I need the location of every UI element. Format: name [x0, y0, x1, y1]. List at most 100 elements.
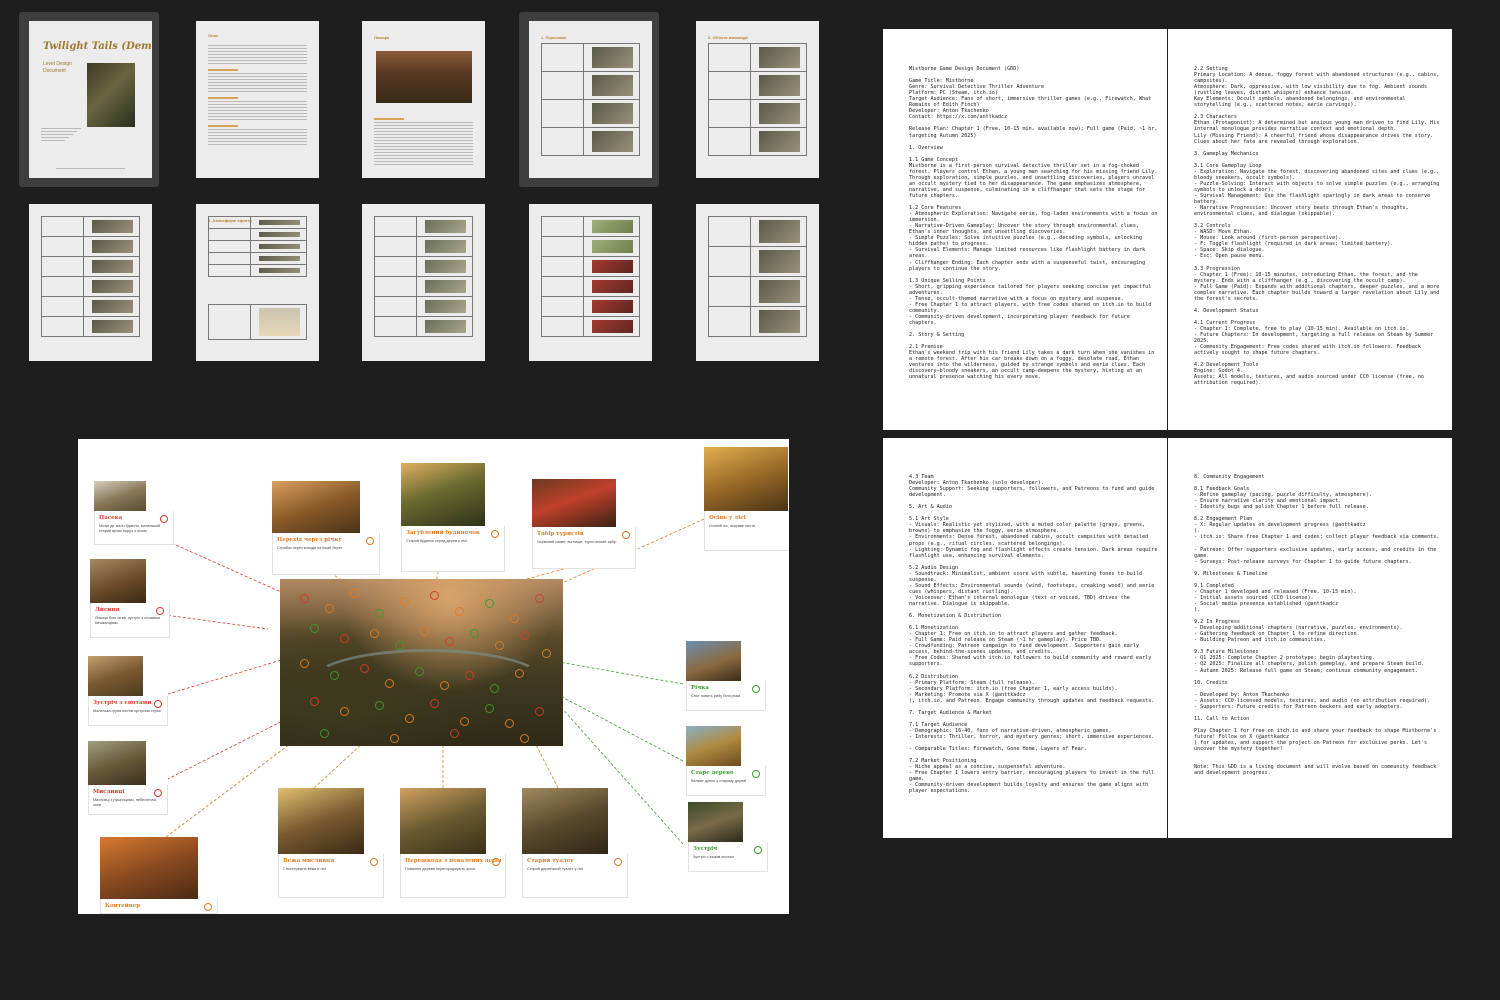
location-card-image: [400, 788, 486, 854]
location-card-title: Вежа мисливця: [283, 858, 335, 864]
location-card[interactable]: Пасека Місце де жили бджоли, маленький ст…: [94, 481, 174, 545]
map-marker-icon[interactable]: [505, 719, 514, 728]
map-marker-icon[interactable]: [350, 589, 359, 598]
map-marker-icon[interactable]: [485, 704, 494, 713]
text-line: - Q2 2025: Finalize all chapters, polish…: [1194, 661, 1425, 668]
map-marker-icon[interactable]: [375, 609, 384, 618]
map-marker-icon[interactable]: [465, 671, 474, 680]
location-category-icon: [154, 789, 162, 797]
slide-thumbnail-3[interactable]: Локація: [352, 12, 492, 187]
map-marker-icon[interactable]: [400, 597, 409, 606]
slide-thumbnail-10[interactable]: [686, 195, 826, 370]
map-marker-icon[interactable]: [390, 734, 399, 743]
map-marker-icon[interactable]: [460, 717, 469, 726]
table-cell-image: [759, 103, 800, 124]
map-marker-icon[interactable]: [515, 669, 524, 678]
map-marker-icon[interactable]: [415, 667, 424, 676]
location-card[interactable]: Вежа мисливця Спостережна вежа в лісі: [278, 788, 384, 898]
map-marker-icon[interactable]: [470, 629, 479, 638]
location-card[interactable]: Річка Єнот ловить рибу біля річки: [686, 641, 766, 711]
location-card-title: Контейнер: [105, 903, 141, 909]
map-marker-icon[interactable]: [535, 707, 544, 716]
gdd-page-1: Mistborne Game Design Document (GDD) Gam…: [883, 29, 1167, 430]
map-marker-icon[interactable]: [370, 629, 379, 638]
location-card-title: Зустріч з єнотами: [93, 700, 152, 706]
map-marker-icon[interactable]: [455, 607, 464, 616]
map-marker-icon[interactable]: [430, 699, 439, 708]
location-card-body: Перешкода з повалених дерев Повалені дере…: [400, 854, 506, 898]
location-card[interactable]: Контейнер: [100, 837, 218, 914]
location-card[interactable]: Осінь у лісі Осінній ліс, яскраве листя: [704, 447, 789, 551]
map-marker-icon[interactable]: [340, 634, 349, 643]
map-marker-icon[interactable]: [320, 729, 329, 738]
slide-thumbnail-2[interactable]: Опис: [186, 12, 326, 187]
map-marker-icon[interactable]: [440, 681, 449, 690]
location-card[interactable]: Лисиця Лисиця біля лігва, зустріч з лісов…: [90, 559, 170, 638]
table-row: [542, 317, 639, 336]
map-marker-icon[interactable]: [490, 684, 499, 693]
map-marker-icon[interactable]: [395, 641, 404, 650]
location-card[interactable]: Перешкода з повалених дерев Повалені дере…: [400, 788, 506, 898]
slide-thumbnail-1[interactable]: Twilight Tails (Demo) Level Design Docume…: [19, 12, 159, 187]
map-marker-icon[interactable]: [485, 599, 494, 608]
location-card[interactable]: Зустріч з єнотами Маленька група єнотів з…: [88, 656, 168, 726]
map-marker-icon[interactable]: [375, 701, 384, 710]
table-row: [709, 100, 806, 128]
location-card-body: Контейнер: [100, 899, 218, 914]
location-card[interactable]: Зустріч Зустріч з іншим єнотом: [688, 802, 768, 872]
map-marker-icon[interactable]: [430, 591, 439, 600]
map-marker-icon[interactable]: [330, 671, 339, 680]
map-marker-icon[interactable]: [420, 627, 429, 636]
table-column-divider: [82, 277, 84, 296]
slide-thumbnail-4[interactable]: 1. Персонажі: [519, 12, 659, 187]
map-marker-icon[interactable]: [510, 614, 519, 623]
table-cell-image: [592, 300, 633, 313]
table-column-divider: [749, 100, 751, 127]
map-marker-icon[interactable]: [360, 664, 369, 673]
map-marker-icon[interactable]: [310, 697, 319, 706]
table-row: [709, 128, 806, 155]
table-column-divider: [749, 217, 751, 246]
text-line: unnatural presence watching his every mo…: [909, 374, 1041, 381]
location-card[interactable]: Старе дерево Велике дупло у старому дерев…: [686, 726, 766, 796]
table-cell-image: [759, 310, 800, 333]
map-marker-icon[interactable]: [520, 734, 529, 743]
slide-thumbnail-9[interactable]: [519, 195, 659, 370]
world-map-board[interactable]: Пасека Місце де жили бджоли, маленький ст…: [78, 439, 789, 914]
location-card[interactable]: Табір туристів Червоний намет, вогнище, т…: [532, 479, 636, 569]
map-marker-icon[interactable]: [310, 624, 319, 633]
map-marker-icon[interactable]: [405, 714, 414, 723]
location-card[interactable]: Старий туалет Старий дерев'яний туалет у …: [522, 788, 628, 898]
map-marker-icon[interactable]: [325, 604, 334, 613]
text-line: Through exploration, simple puzzles, and…: [909, 174, 1155, 181]
map-marker-icon[interactable]: [445, 637, 454, 646]
slide-thumbnail-6[interactable]: [19, 195, 159, 370]
table-row: [375, 237, 472, 257]
map-marker-icon[interactable]: [520, 631, 529, 640]
map-marker-icon[interactable]: [535, 594, 544, 603]
slide-thumbnail-5[interactable]: 2. Об'єкти взаємодії: [686, 12, 826, 187]
slide-thumbnail-7[interactable]: 3. Атмосферні ефекти: [186, 195, 326, 370]
location-card[interactable]: Мисливці Мисливці з рушницями, небезпечна…: [88, 741, 168, 815]
location-card[interactable]: Перехід через річку Стрибок через колоди …: [272, 481, 380, 575]
slide-thumbnail-8[interactable]: [352, 195, 492, 370]
table-row: [709, 217, 806, 247]
location-card[interactable]: Загублений будиночок Старий будинок серед…: [401, 463, 505, 572]
text-line: - Tense, occult-themed narrative with a …: [909, 295, 1124, 302]
map-marker-icon[interactable]: [340, 707, 349, 716]
table-column-divider: [249, 241, 251, 252]
location-category-icon: [754, 846, 762, 854]
slide-title: Twilight Tails (Demo): [43, 41, 152, 52]
text-line: Primary Location: A dense, foggy forest …: [1194, 72, 1440, 79]
table-row: [42, 277, 139, 297]
map-marker-icon[interactable]: [300, 594, 309, 603]
world-map-image[interactable]: [280, 579, 563, 746]
map-marker-icon[interactable]: [385, 679, 394, 688]
map-marker-icon[interactable]: [542, 649, 551, 658]
location-card-title: Пасека: [99, 515, 123, 521]
map-marker-icon[interactable]: [300, 659, 309, 668]
table-column-divider: [582, 237, 584, 256]
table-row: [542, 257, 639, 277]
map-marker-icon[interactable]: [450, 729, 459, 738]
map-marker-icon[interactable]: [495, 641, 504, 650]
